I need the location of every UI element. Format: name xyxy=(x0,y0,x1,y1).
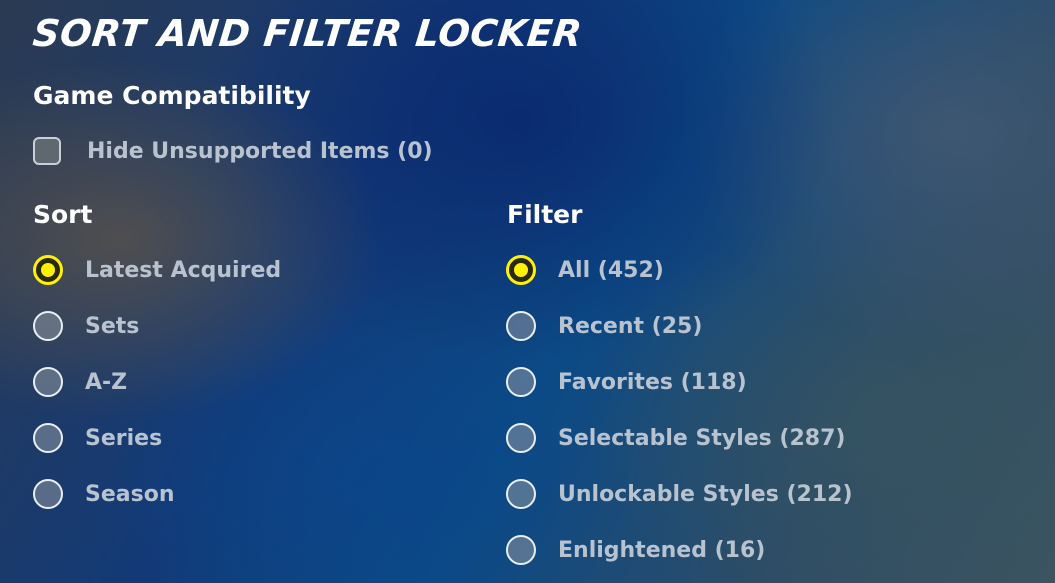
radio-dot-icon xyxy=(41,263,55,277)
filter-option-favorites[interactable]: Favorites (118) xyxy=(506,365,747,399)
sort-option-label: Latest Acquired xyxy=(85,257,282,283)
sort-option-label: Series xyxy=(85,425,163,451)
hide-unsupported-label: Hide Unsupported Items (0) xyxy=(87,138,433,164)
page-title: SORT AND FILTER LOCKER xyxy=(30,12,585,55)
filter-option-recent[interactable]: Recent (25) xyxy=(506,309,702,343)
sort-option-season[interactable]: Season xyxy=(32,477,174,511)
sort-option-label: Sets xyxy=(85,313,140,339)
filter-heading: Filter xyxy=(507,200,583,229)
filter-option-label: Recent (25) xyxy=(558,313,703,339)
sort-option-series[interactable]: Series xyxy=(32,421,162,455)
filter-option-label: Selectable Styles (287) xyxy=(558,425,846,451)
sort-option-latest-acquired[interactable]: Latest Acquired xyxy=(32,253,281,287)
filter-option-label: Favorites (118) xyxy=(558,369,747,395)
hide-unsupported-checkbox[interactable] xyxy=(33,137,61,165)
sort-option-label: A-Z xyxy=(85,369,128,395)
radio-icon[interactable] xyxy=(33,367,63,397)
filter-option-enlightened[interactable]: Enlightened (16) xyxy=(506,533,765,567)
radio-dot-icon xyxy=(514,263,528,277)
radio-icon[interactable] xyxy=(506,423,536,453)
radio-icon[interactable] xyxy=(506,479,536,509)
radio-icon[interactable] xyxy=(33,479,63,509)
hide-unsupported-items-option[interactable]: Hide Unsupported Items (0) xyxy=(33,134,433,168)
game-compatibility-heading: Game Compatibility xyxy=(33,81,311,110)
radio-icon[interactable] xyxy=(506,367,536,397)
filter-option-unlockable-styles[interactable]: Unlockable Styles (212) xyxy=(506,477,853,511)
filter-option-all[interactable]: All (452) xyxy=(506,253,664,287)
sort-heading: Sort xyxy=(33,200,93,229)
sort-option-sets[interactable]: Sets xyxy=(32,309,139,343)
sort-option-a-z[interactable]: A-Z xyxy=(32,365,127,399)
filter-option-label: Enlightened (16) xyxy=(558,537,766,563)
radio-selected-icon[interactable] xyxy=(506,255,536,285)
radio-icon[interactable] xyxy=(506,535,536,565)
radio-icon[interactable] xyxy=(33,311,63,341)
filter-option-label: Unlockable Styles (212) xyxy=(558,481,853,507)
filter-option-label: All (452) xyxy=(558,257,664,283)
radio-icon[interactable] xyxy=(33,423,63,453)
filter-option-selectable-styles[interactable]: Selectable Styles (287) xyxy=(506,421,845,455)
sort-option-label: Season xyxy=(85,481,175,507)
radio-selected-icon[interactable] xyxy=(33,255,63,285)
radio-icon[interactable] xyxy=(506,311,536,341)
